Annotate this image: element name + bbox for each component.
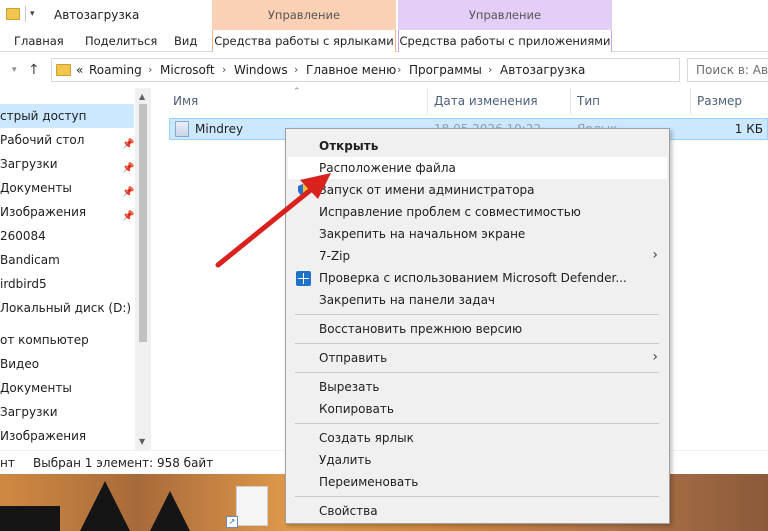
menu-item-open[interactable]: Открыть bbox=[288, 135, 667, 157]
menu-item-pin-taskbar[interactable]: Закрепить на панели задач bbox=[288, 289, 667, 311]
folder-icon bbox=[6, 8, 20, 20]
breadcrumb-overflow[interactable]: « bbox=[76, 63, 83, 77]
column-header-name[interactable]: Имя bbox=[173, 94, 198, 108]
sort-ascending-icon: ⌃ bbox=[293, 87, 301, 97]
tab-share[interactable]: Поделиться bbox=[85, 34, 157, 48]
nav-item-downloads[interactable]: Загрузки 📌 bbox=[0, 152, 134, 176]
tab-home[interactable]: Главная bbox=[14, 34, 64, 48]
nav-item-pc-documents[interactable]: Документы bbox=[0, 376, 134, 400]
breadcrumb-windows[interactable]: Windows bbox=[234, 63, 288, 77]
menu-item-7zip[interactable]: 7-Zip › bbox=[288, 245, 667, 267]
breadcrumb-startup[interactable]: Автозагрузка bbox=[500, 63, 585, 77]
nav-scrollbar[interactable]: ▲ ▼ bbox=[135, 88, 151, 450]
column-header-size[interactable]: Размер bbox=[697, 94, 742, 108]
toolbar-divider bbox=[25, 6, 26, 22]
breadcrumb-roaming[interactable]: Roaming bbox=[89, 63, 142, 77]
menu-item-rename[interactable]: Переименовать bbox=[288, 471, 667, 493]
chevron-right-icon[interactable]: › bbox=[397, 63, 401, 76]
menu-separator bbox=[295, 423, 659, 424]
nav-item-desktop[interactable]: Рабочий стол 📌 bbox=[0, 128, 134, 152]
column-divider[interactable] bbox=[690, 88, 691, 114]
defender-icon bbox=[296, 271, 311, 286]
folder-icon bbox=[56, 64, 71, 76]
nav-item-local-disk-d[interactable]: Локальный диск (D:) bbox=[0, 296, 134, 320]
chevron-right-icon[interactable]: › bbox=[488, 63, 492, 76]
menu-item-send-to[interactable]: Отправить › bbox=[288, 347, 667, 369]
menu-item-cut[interactable]: Вырезать bbox=[288, 376, 667, 398]
tree-silhouette bbox=[80, 481, 130, 531]
menu-item-restore-version[interactable]: Восстановить прежнюю версию bbox=[288, 318, 667, 340]
tree-silhouette bbox=[0, 506, 60, 531]
search-placeholder: Поиск в: Авто bbox=[696, 63, 768, 77]
up-arrow-icon[interactable]: ↑ bbox=[28, 62, 40, 78]
nav-item-pc-downloads[interactable]: Загрузки bbox=[0, 400, 134, 424]
menu-separator bbox=[295, 496, 659, 497]
tab-shortcut-tools[interactable]: Средства работы с ярлыками bbox=[212, 30, 396, 52]
context-header-app-tools: Управление bbox=[398, 0, 612, 31]
nav-item-260084[interactable]: 260084 bbox=[0, 224, 134, 248]
column-divider[interactable] bbox=[570, 88, 571, 114]
tree-silhouette bbox=[150, 491, 190, 531]
shortcut-arrow-icon: ↗ bbox=[226, 516, 238, 528]
status-item-count: нт bbox=[0, 456, 15, 470]
tab-view[interactable]: Вид bbox=[174, 34, 197, 48]
nav-item-irdbird5[interactable]: irdbird5 bbox=[0, 272, 134, 296]
menu-item-copy[interactable]: Копировать bbox=[288, 398, 667, 420]
nav-item-documents[interactable]: Документы 📌 bbox=[0, 176, 134, 200]
menu-item-defender-scan[interactable]: Проверка с использованием Microsoft Defe… bbox=[288, 267, 667, 289]
nav-item-video[interactable]: Видео bbox=[0, 352, 134, 376]
menu-item-file-location[interactable]: Расположение файла bbox=[288, 157, 667, 179]
scroll-up-icon[interactable]: ▲ bbox=[139, 92, 145, 101]
file-name: Mindrey bbox=[195, 122, 244, 136]
column-header-type[interactable]: Тип bbox=[577, 94, 600, 108]
shortcut-icon bbox=[175, 121, 189, 137]
address-row: ▾ ↑ « Roaming › Microsoft › Windows › Гл… bbox=[0, 53, 768, 87]
chevron-right-icon[interactable]: › bbox=[148, 63, 152, 76]
menu-separator bbox=[295, 314, 659, 315]
recent-locations-icon[interactable]: ▾ bbox=[12, 65, 17, 75]
scroll-down-icon[interactable]: ▼ bbox=[139, 437, 145, 446]
desktop-file-icon[interactable] bbox=[236, 486, 268, 526]
chevron-right-icon[interactable]: › bbox=[294, 63, 298, 76]
scrollbar-thumb[interactable] bbox=[139, 104, 147, 342]
uac-shield-icon bbox=[298, 184, 308, 196]
chevron-right-icon[interactable]: › bbox=[222, 63, 226, 76]
nav-item-pictures[interactable]: Изображения 📌 bbox=[0, 200, 134, 224]
breadcrumb-microsoft[interactable]: Microsoft bbox=[160, 63, 215, 77]
nav-item-bandicam[interactable]: Bandicam bbox=[0, 248, 134, 272]
context-menu: Открыть Расположение файла Запуск от име… bbox=[285, 128, 670, 524]
nav-item-this-pc[interactable]: от компьютер bbox=[0, 328, 134, 352]
menu-item-create-shortcut[interactable]: Создать ярлык bbox=[288, 427, 667, 449]
chevron-right-icon: › bbox=[652, 247, 658, 263]
menu-item-properties[interactable]: Свойства bbox=[288, 500, 667, 522]
context-header-shortcut-tools: Управление bbox=[212, 0, 396, 31]
window-title: Автозагрузка bbox=[54, 8, 140, 22]
menu-item-pin-start[interactable]: Закрепить на начальном экране bbox=[288, 223, 667, 245]
status-selection: Выбран 1 элемент: 958 байт bbox=[33, 456, 214, 470]
breadcrumb-programs[interactable]: Программы bbox=[409, 63, 482, 77]
menu-separator bbox=[295, 343, 659, 344]
ribbon-tabs: Главная Поделиться Вид Средства работы с… bbox=[0, 30, 768, 52]
menu-separator bbox=[295, 372, 659, 373]
chevron-right-icon: › bbox=[652, 349, 658, 365]
menu-item-compatibility[interactable]: Исправление проблем с совместимостью bbox=[288, 201, 667, 223]
menu-item-run-as-admin[interactable]: Запуск от имени администратора bbox=[288, 179, 667, 201]
navigation-pane: стрый доступ Рабочий стол 📌 Загрузки 📌 Док… bbox=[0, 88, 152, 450]
column-header-date[interactable]: Дата изменения bbox=[434, 94, 538, 108]
tab-app-tools[interactable]: Средства работы с приложениями bbox=[398, 30, 612, 52]
file-size: 1 КБ bbox=[734, 122, 763, 136]
nav-item-pc-pictures[interactable]: Изображения bbox=[0, 424, 134, 448]
search-input[interactable]: Поиск в: Авто bbox=[687, 58, 768, 82]
breadcrumb-start-menu[interactable]: Главное меню bbox=[306, 63, 396, 77]
address-bar[interactable]: « Roaming › Microsoft › Windows › Главно… bbox=[51, 58, 680, 82]
nav-item-quick-access[interactable]: стрый доступ bbox=[0, 104, 134, 128]
menu-item-delete[interactable]: Удалить bbox=[288, 449, 667, 471]
column-divider[interactable] bbox=[427, 88, 428, 114]
quick-access-dropdown-icon[interactable]: ▾ bbox=[30, 9, 35, 19]
